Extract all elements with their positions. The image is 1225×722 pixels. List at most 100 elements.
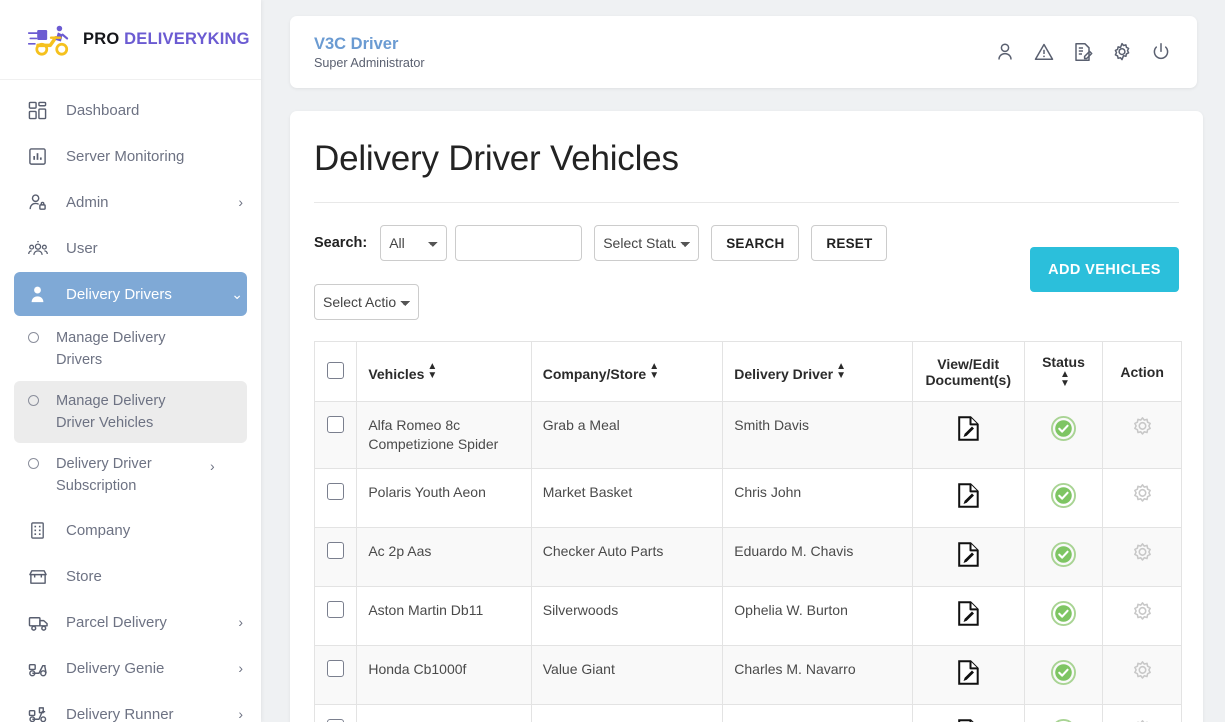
cell-vehicle-name: Lifan Chongqing Lifan Industry (group) C…: [356, 704, 532, 722]
sidebar-item-store[interactable]: Store: [14, 554, 247, 598]
main-area: V3C Driver Super Administrator Delivery …: [261, 0, 1225, 722]
cell-company-store: Market Basket: [530, 468, 724, 528]
bulk-action-select[interactable]: Select Action: [314, 284, 419, 320]
app-root: PRO DELIVERYKING Dashboard Server Monito…: [0, 0, 1225, 722]
gear-action-icon[interactable]: [1131, 542, 1154, 565]
chevron-down-icon: ⌄: [231, 285, 243, 302]
sidebar-item-server-monitoring[interactable]: Server Monitoring: [14, 134, 247, 178]
sidebar-item-label: Company: [66, 521, 131, 539]
document-edit-icon[interactable]: [957, 542, 979, 567]
sidebar-item-label: Store: [66, 567, 102, 585]
row-checkbox[interactable]: [327, 660, 345, 677]
table-row: Lifan Chongqing Lifan Industry (group) C…: [313, 704, 1182, 722]
document-edit-icon[interactable]: [957, 416, 979, 441]
column-header-status[interactable]: Status ▲ ▼: [1023, 341, 1104, 402]
status-filter-select[interactable]: Select Status: [594, 225, 700, 261]
cell-status: [1023, 704, 1104, 722]
table-row: Honda Cb1000f Value Giant Charles M. Navar…: [313, 645, 1182, 705]
cell-delivery-driver: Patricia E. Bare: [722, 704, 913, 722]
gear-action-icon[interactable]: [1131, 601, 1154, 624]
document-edit-icon[interactable]: [957, 601, 979, 626]
power-logout-icon[interactable]: [1151, 42, 1171, 62]
sidebar-subitem-manage-delivery-drivers[interactable]: Manage Delivery Drivers: [14, 318, 247, 380]
document-edit-icon[interactable]: [957, 483, 979, 508]
bullet-circle-icon: [28, 332, 39, 343]
chevron-right-icon: ›: [238, 660, 243, 676]
cell-delivery-driver: Eduardo M. Chavis: [722, 527, 913, 587]
column-header-driver[interactable]: Delivery Driver ▲ ▼: [722, 341, 913, 402]
add-vehicles-button[interactable]: ADD VEHICLES: [1030, 247, 1179, 292]
table-row: Ac 2p Aas Checker Auto Parts Eduardo M. Ch…: [313, 527, 1182, 587]
cell-action: [1102, 704, 1182, 722]
page-title: Delivery Driver Vehicles: [314, 137, 1179, 203]
cell-status: [1023, 527, 1104, 587]
sidebar-item-user[interactable]: User: [14, 226, 247, 270]
cell-delivery-driver: Chris John: [722, 468, 913, 528]
cell-vehicle-name: Aston Martin Db11: [356, 586, 532, 646]
row-select-cell: [313, 645, 358, 705]
document-edit-icon[interactable]: [957, 660, 979, 685]
search-type-select[interactable]: All: [380, 225, 448, 261]
sidebar-item-delivery-genie[interactable]: Delivery Genie ›: [14, 646, 247, 690]
row-checkbox[interactable]: [327, 601, 345, 618]
cell-documents: [911, 401, 1025, 469]
row-select-cell: [313, 586, 358, 646]
brand-logo[interactable]: PRO DELIVERYKING: [0, 0, 261, 80]
building-icon: [28, 519, 52, 541]
sidebar-item-label: Delivery Genie: [66, 659, 165, 677]
sidebar-nav: Dashboard Server Monitoring Admin › User…: [0, 80, 261, 722]
table-row: Aston Martin Db11 Silverwoods Ophelia W. B…: [313, 586, 1182, 646]
driver-person-icon: [28, 283, 52, 305]
column-header-vehicles[interactable]: Vehicles ▲ ▼: [356, 341, 532, 402]
column-header-action: Action: [1102, 341, 1182, 402]
sort-icon: ▲ ▼: [836, 361, 847, 381]
table-head: Vehicles ▲ ▼ Company/Store ▲ ▼ Delivery Driv…: [313, 341, 1182, 402]
sidebar-item-admin[interactable]: Admin ›: [14, 180, 247, 224]
cell-status: [1023, 468, 1104, 528]
profile-icon[interactable]: [995, 42, 1015, 62]
sidebar-item-dashboard[interactable]: Dashboard: [14, 88, 247, 132]
gear-action-icon[interactable]: [1131, 483, 1154, 506]
sidebar-subitem-label: Delivery Driver Subscription: [56, 456, 152, 494]
vehicles-table: Vehicles ▲ ▼ Company/Store ▲ ▼ Delivery Driv…: [313, 341, 1182, 722]
status-active-check-icon: [1050, 416, 1076, 441]
sidebar-item-label: Delivery Drivers: [66, 285, 172, 303]
reset-button[interactable]: RESET: [811, 225, 888, 261]
cell-documents: [911, 586, 1025, 646]
cell-company-store: Silverwoods: [530, 586, 724, 646]
cell-company-store: Highland Appliance: [530, 704, 724, 722]
sidebar-item-delivery-runner[interactable]: Delivery Runner ›: [14, 692, 247, 722]
column-header-company[interactable]: Company/Store ▲ ▼: [530, 341, 724, 402]
column-label: Action: [1120, 364, 1164, 380]
sidebar-subitem-manage-delivery-driver-vehicles[interactable]: Manage Delivery Driver Vehicles: [14, 381, 247, 443]
sidebar-subitem-delivery-driver-subscription[interactable]: Delivery Driver Subscription ›: [14, 444, 247, 506]
admin-user-lock-icon: [28, 191, 52, 213]
row-checkbox[interactable]: [327, 483, 345, 500]
cell-action: [1102, 586, 1182, 646]
topbar-user-block: V3C Driver Super Administrator: [314, 34, 995, 70]
row-checkbox[interactable]: [327, 542, 345, 559]
row-select-cell: [313, 468, 358, 528]
cell-status: [1023, 645, 1104, 705]
sidebar-item-parcel-delivery[interactable]: Parcel Delivery ›: [14, 600, 247, 644]
column-label: Delivery Driver: [734, 366, 834, 382]
gear-settings-icon[interactable]: [1112, 42, 1132, 62]
table-row: Alfa Romeo 8c Competizione Spider Grab a …: [313, 401, 1182, 469]
sidebar-item-delivery-drivers[interactable]: Delivery Drivers ⌄: [14, 272, 247, 316]
search-button[interactable]: SEARCH: [711, 225, 800, 261]
cell-documents: [911, 468, 1025, 528]
topbar-user-role: Super Administrator: [314, 56, 425, 70]
gear-action-icon[interactable]: [1131, 660, 1154, 683]
sidebar-item-label: Dashboard: [66, 101, 140, 119]
edit-document-icon[interactable]: [1073, 42, 1093, 62]
column-header-documents: View/Edit Document(s): [911, 341, 1025, 402]
warning-triangle-icon[interactable]: [1034, 42, 1054, 62]
row-checkbox[interactable]: [327, 416, 345, 433]
sidebar-item-label: Delivery Runner: [66, 705, 174, 722]
sidebar-item-company[interactable]: Company: [14, 508, 247, 552]
gear-action-icon[interactable]: [1131, 416, 1154, 439]
select-all-checkbox[interactable]: [327, 362, 345, 379]
topbar-user-name[interactable]: V3C Driver: [314, 34, 995, 54]
sidebar-item-label: Server Monitoring: [66, 147, 185, 165]
search-input[interactable]: [455, 225, 583, 261]
